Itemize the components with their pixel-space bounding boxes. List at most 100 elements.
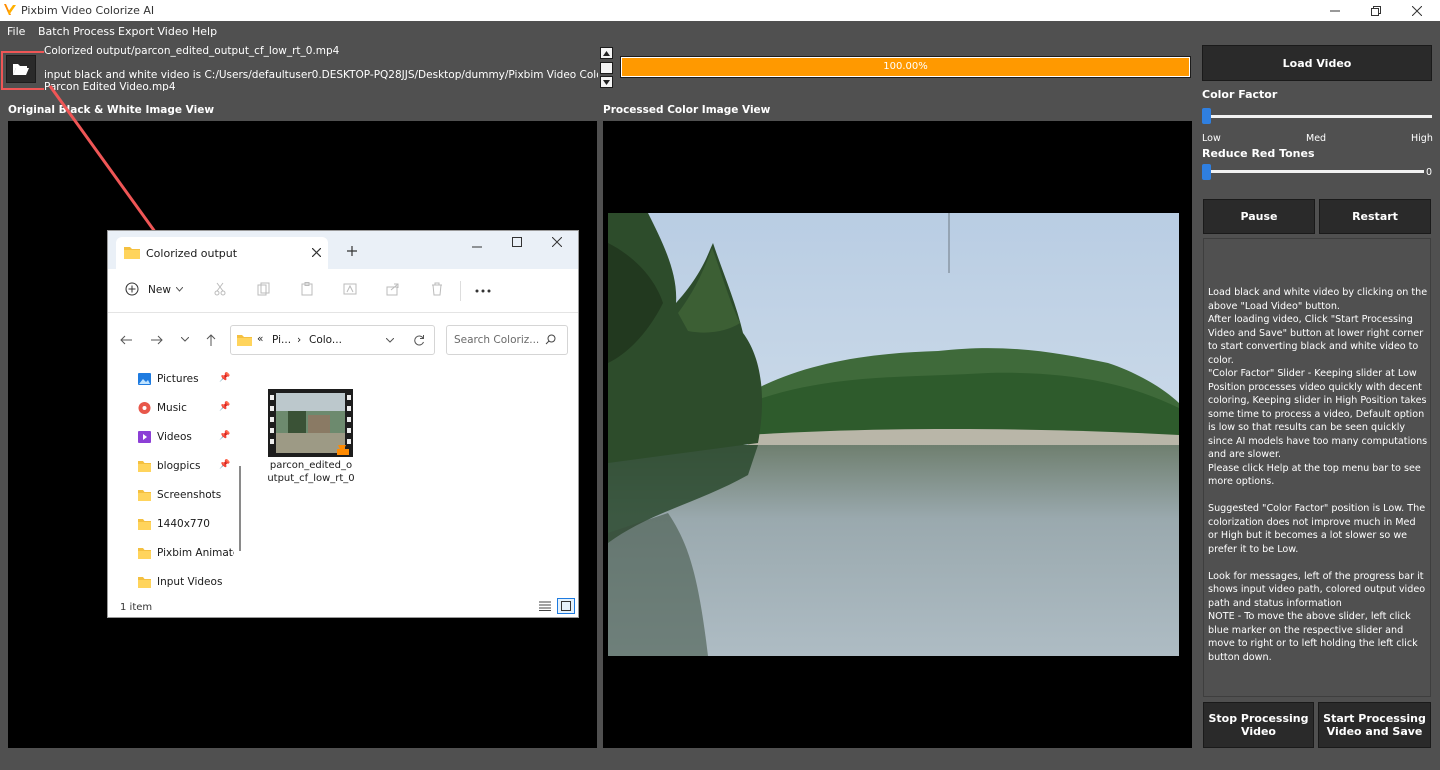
new-button[interactable]: New: [148, 284, 171, 296]
file-name: parcon_edited_o utput_cf_low_rt_0: [263, 459, 359, 485]
help-paragraph: [1208, 556, 1428, 570]
explorer-tab-title: Colorized output: [146, 247, 238, 260]
load-video-button[interactable]: Load Video: [1202, 45, 1432, 81]
recent-locations-icon[interactable]: [181, 337, 189, 342]
nav-item-1440x770[interactable]: 1440x770: [138, 514, 238, 534]
paste-icon: [301, 282, 313, 296]
color-factor-label: Color Factor: [1202, 88, 1278, 101]
explorer-close-icon[interactable]: [552, 237, 562, 247]
tick-low: Low: [1202, 133, 1221, 144]
nav-item-input-videos[interactable]: Input Videos: [138, 572, 238, 592]
tick-med: Med: [1306, 133, 1327, 144]
pause-button[interactable]: Pause: [1203, 199, 1315, 234]
pin-icon: 📌: [219, 431, 231, 441]
search-icon: [545, 334, 556, 345]
reduce-red-label: Reduce Red Tones: [1202, 147, 1315, 160]
load-video-label: Load Video: [1282, 56, 1352, 70]
help-paragraph: NOTE - To move the above slider, left cl…: [1208, 611, 1418, 663]
explorer-tabstrip: Colorized output: [108, 231, 578, 269]
breadcrumb-separator: ›: [297, 334, 302, 346]
explorer-addressbar: « Pi... › Colo... Search Coloriz...: [108, 313, 578, 359]
pin-icon: 📌: [219, 373, 231, 383]
nav-label: Input Videos: [157, 576, 223, 588]
help-paragraph: Load black and white video by clicking o…: [1208, 287, 1428, 312]
restart-button[interactable]: Restart: [1319, 199, 1431, 234]
tab-close-icon[interactable]: [312, 248, 321, 257]
nav-label: 1440x770: [157, 518, 210, 530]
start-processing-label: Video and Save: [1326, 725, 1423, 738]
start-processing-button[interactable]: Start Processing Video and Save: [1318, 702, 1431, 748]
nav-label: Screenshots: [157, 489, 222, 501]
rename-icon: [343, 283, 357, 295]
nav-label: blogpics: [157, 460, 201, 472]
breadcrumb-item-colorized[interactable]: Colo...: [309, 334, 342, 346]
video-thumbnail-icon: [268, 389, 353, 457]
folder-icon: [124, 247, 140, 259]
tick-high: High: [1411, 133, 1433, 144]
copy-icon: [257, 282, 270, 296]
help-paragraph: Please click Help at the top menu bar to…: [1208, 462, 1421, 488]
nav-scrollbar[interactable]: [239, 466, 241, 551]
cut-icon: [214, 282, 226, 296]
folder-icon: [138, 461, 151, 472]
nav-label: Pictures: [157, 373, 199, 385]
folder-icon: [138, 577, 151, 588]
help-paragraph: "Color Factor" Slider - Keeping slider a…: [1208, 368, 1428, 460]
share-icon: [386, 283, 399, 296]
color-factor-handle[interactable]: [1202, 108, 1211, 124]
videos-icon: [138, 431, 151, 443]
help-paragraph: Suggested "Color Factor" position is Low…: [1208, 503, 1426, 555]
refresh-icon[interactable]: [413, 334, 425, 346]
file-explorer-window: Colorized output New « Pi... › Colo... S…: [107, 230, 579, 618]
stop-processing-label: Stop Processing: [1208, 712, 1309, 725]
help-paragraph: After loading video, Click "Start Proces…: [1208, 314, 1424, 366]
forward-arrow-icon[interactable]: [151, 335, 163, 345]
nav-item-screenshots[interactable]: Screenshots: [138, 485, 238, 505]
search-input[interactable]: Search Coloriz...: [446, 325, 568, 355]
large-icons-view-button[interactable]: [557, 598, 575, 614]
folder-icon: [138, 548, 151, 559]
stop-processing-button[interactable]: Stop Processing Video: [1203, 702, 1314, 748]
pin-icon: 📌: [219, 460, 231, 470]
new-tab-icon[interactable]: [347, 246, 357, 256]
reduce-red-slider[interactable]: [1202, 164, 1424, 180]
folder-icon: [138, 519, 151, 530]
explorer-tab[interactable]: Colorized output: [116, 237, 328, 269]
help-paragraph: [1208, 489, 1428, 503]
pause-label: Pause: [1240, 210, 1278, 223]
folder-icon: [237, 335, 252, 346]
file-name-line: utput_cf_low_rt_0: [267, 473, 355, 484]
help-paragraph: Look for messages, left of the progress …: [1208, 570, 1426, 609]
help-text-panel: Load black and white video by clicking o…: [1203, 238, 1431, 697]
toolbar-divider: [460, 281, 461, 301]
add-circle-icon: [125, 282, 139, 296]
restart-label: Restart: [1352, 210, 1398, 223]
delete-icon: [432, 282, 442, 296]
stop-processing-label: Video: [1241, 725, 1276, 738]
explorer-minimize-icon[interactable]: [472, 242, 482, 252]
reduce-red-value: 0: [1426, 167, 1433, 178]
nav-label: Music: [157, 402, 187, 414]
color-factor-track: [1206, 115, 1432, 118]
reduce-red-handle[interactable]: [1202, 164, 1211, 180]
nav-label: Videos: [157, 431, 192, 443]
music-icon: [138, 402, 151, 414]
details-view-icon[interactable]: [539, 601, 551, 611]
nav-label: Pixbim Animate: [157, 547, 234, 559]
breadcrumb-item-pictures[interactable]: Pi...: [272, 334, 291, 346]
more-options-icon[interactable]: [475, 289, 491, 293]
up-arrow-icon[interactable]: [206, 334, 216, 346]
breadcrumb-overflow[interactable]: «: [257, 333, 263, 345]
reduce-red-track: [1206, 170, 1424, 173]
explorer-maximize-icon[interactable]: [512, 237, 522, 247]
large-icons-icon: [561, 601, 571, 611]
pin-icon: 📌: [219, 402, 231, 412]
back-arrow-icon[interactable]: [120, 335, 132, 345]
chevron-down-icon: [176, 287, 183, 292]
explorer-toolbar: New: [108, 269, 578, 313]
color-factor-slider[interactable]: [1202, 108, 1432, 124]
address-box[interactable]: « Pi... › Colo...: [230, 325, 435, 355]
nav-item-pixbim-animate[interactable]: Pixbim Animate: [138, 543, 234, 563]
address-dropdown-icon[interactable]: [386, 338, 394, 343]
status-item-count: 1 item: [120, 602, 153, 613]
